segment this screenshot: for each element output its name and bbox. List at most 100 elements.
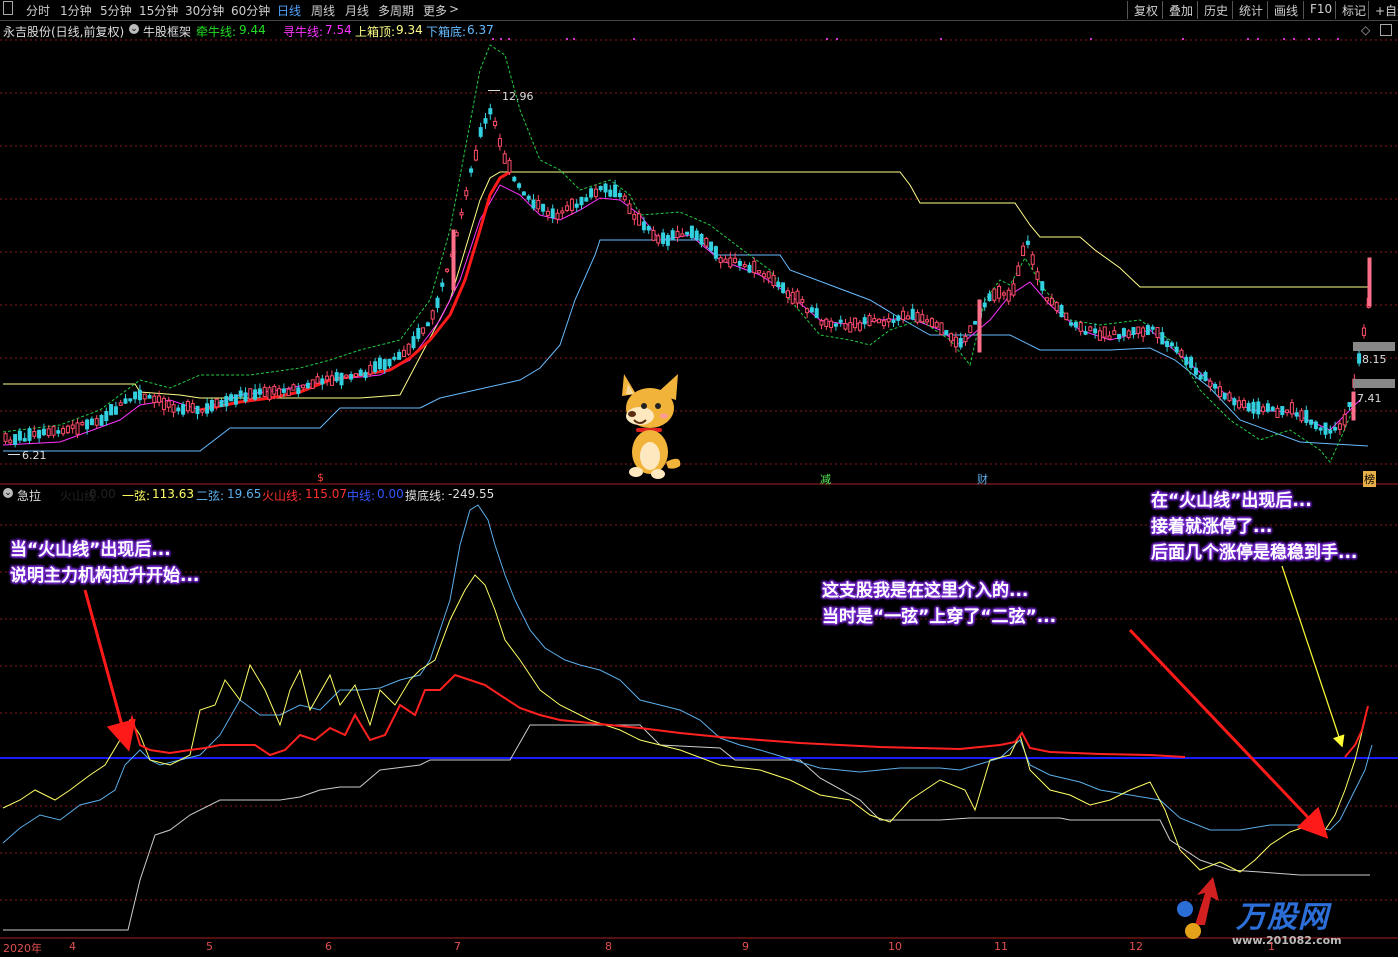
candle-body <box>137 389 142 401</box>
candle-body <box>853 317 858 329</box>
candle-body <box>339 372 344 386</box>
candle-body <box>661 232 666 244</box>
mid-annotation: 这支股我是在这里介入的... 当时是“一弦”上穿了“二弦”... <box>822 578 1056 630</box>
candle-body <box>118 402 123 406</box>
candle-body <box>1184 356 1189 365</box>
x-axis-label-nov: 11 <box>994 940 1008 953</box>
candle-body <box>670 230 675 240</box>
candle-body <box>1361 327 1366 336</box>
candle-body <box>1107 335 1112 340</box>
yixian-line <box>2 574 1366 873</box>
candle-body <box>488 108 493 115</box>
x-axis-label-jul: 7 <box>454 940 461 953</box>
candle-body <box>1275 407 1280 418</box>
candle-body <box>1097 330 1102 341</box>
candle-body <box>344 374 349 378</box>
x-axis-label-aug: 8 <box>605 940 612 953</box>
candle-body <box>22 438 27 442</box>
candle-body <box>1083 331 1088 335</box>
event-mark-dollar[interactable]: $ <box>317 471 324 484</box>
candle-body <box>113 406 118 415</box>
candle-body <box>243 392 248 402</box>
candle-body <box>512 176 517 182</box>
candle-body <box>627 203 632 215</box>
limit-up-candle <box>977 299 982 353</box>
candle-body <box>550 208 555 219</box>
candle-body <box>641 221 646 231</box>
candle-body <box>665 235 670 246</box>
candle-body <box>901 310 906 321</box>
candle-body <box>281 388 286 393</box>
candle-body <box>1309 419 1314 425</box>
candle-body <box>1155 327 1160 339</box>
candle-body <box>1006 289 1011 302</box>
candle-body <box>517 183 522 188</box>
candle-body <box>368 364 373 375</box>
candle-body <box>593 188 598 198</box>
candle-body <box>190 403 195 413</box>
candle-body <box>70 424 75 429</box>
candle-body <box>584 197 589 202</box>
volcano-line <box>124 673 1186 758</box>
candle-body <box>795 290 800 304</box>
candle-body <box>1241 399 1246 408</box>
candle-body <box>905 315 910 320</box>
candle-body <box>46 428 51 437</box>
candle-body <box>1318 427 1323 431</box>
candle-body <box>814 308 819 319</box>
candle-body <box>1299 410 1304 422</box>
candle-body <box>401 349 406 358</box>
candle-body <box>857 322 862 331</box>
candle-body <box>1025 240 1030 245</box>
candle-body <box>17 430 22 441</box>
candle-body <box>421 327 426 334</box>
candle-body <box>833 323 838 327</box>
candle-body <box>1112 330 1117 336</box>
candle-body <box>949 333 954 342</box>
candle-body <box>939 322 944 336</box>
candle-body <box>425 322 430 327</box>
candle-body <box>953 336 958 348</box>
candle-body <box>872 318 877 323</box>
right-annotation: 在“火山线”出现后... 接着就涨停了... 后面几个涨停是稳稳到手... <box>1151 488 1357 566</box>
candle-body <box>1030 254 1035 265</box>
candle-body <box>99 414 104 426</box>
candle-body <box>622 195 627 201</box>
candle-body <box>728 257 733 268</box>
candle-body <box>464 190 469 197</box>
candle-body <box>1088 326 1093 332</box>
candle-body <box>56 430 61 434</box>
candle-body <box>1078 322 1083 332</box>
candle-body <box>781 282 786 293</box>
candle-body <box>694 230 699 240</box>
candle-body <box>1016 265 1021 277</box>
candle-body <box>1246 403 1251 412</box>
event-mark-finance[interactable]: 财 <box>977 471 988 487</box>
candle-body <box>277 388 282 397</box>
candle-body <box>944 330 949 335</box>
candle-body <box>416 327 421 339</box>
candle-body <box>358 369 363 376</box>
candle-body <box>632 213 637 220</box>
candle-body <box>1198 374 1203 380</box>
candle-body <box>478 127 483 137</box>
candle-body <box>51 426 56 436</box>
event-mark-reduce[interactable]: 减 <box>820 471 831 487</box>
candle-body <box>353 373 358 378</box>
candle-body <box>968 325 973 334</box>
candle-body <box>392 356 397 360</box>
candle-body <box>238 390 243 397</box>
candle-body <box>65 425 70 434</box>
event-mark-ranking[interactable]: 榜 <box>1363 471 1376 487</box>
candle-body <box>329 375 334 386</box>
candle-body <box>713 246 718 259</box>
candle-body <box>973 321 978 325</box>
candle-body <box>185 401 190 412</box>
candle-body <box>382 359 387 370</box>
candle-body <box>104 410 109 422</box>
candle-body <box>229 394 234 402</box>
candle-body <box>723 258 728 263</box>
candle-body <box>1169 342 1174 347</box>
candle-body <box>1174 346 1179 353</box>
stock-chart-canvas[interactable] <box>0 0 1398 957</box>
